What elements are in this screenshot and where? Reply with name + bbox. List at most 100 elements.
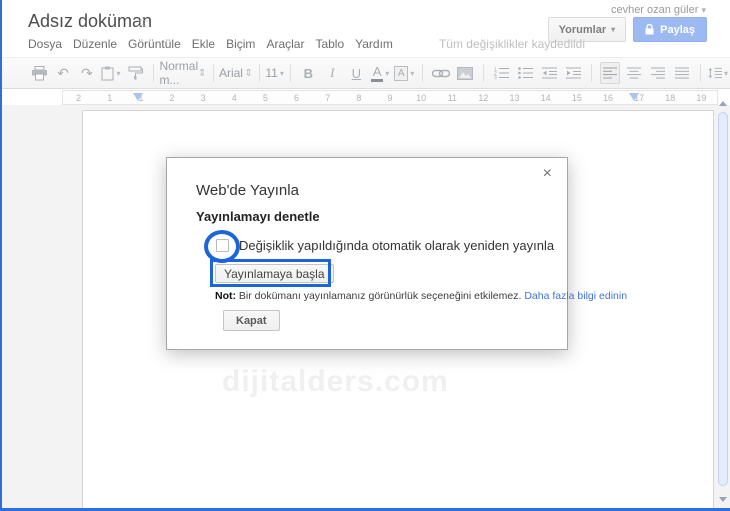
align-left-icon [602, 67, 617, 79]
google-docs-window: cevher ozan güler ▾ Adsız doküman ☆ Yoru… [0, 0, 730, 511]
font-select[interactable]: Arial ⇕ [219, 62, 253, 84]
ruler-number: 7 [312, 91, 344, 104]
clipboard-icon [101, 66, 114, 80]
share-label: Paylaş [660, 23, 695, 36]
menu-items: Dosya Düzenle Görüntüle Ekle Biçim Araçlar Tab… [28, 37, 393, 51]
font-size-select[interactable]: 11 ▾ [265, 62, 283, 84]
scroll-up-button[interactable] [718, 97, 728, 109]
ruler-number: 6 [280, 91, 313, 104]
share-button[interactable]: Paylaş [633, 17, 707, 42]
ruler-number: 14 [530, 91, 562, 104]
ruler-number: 2 [63, 91, 95, 104]
account-name: cevher ozan güler [610, 4, 699, 16]
document-title[interactable]: Adsız doküman [28, 11, 152, 32]
chevron-down-icon: ▾ [410, 68, 415, 78]
chevron-down-icon: ▾ [116, 68, 121, 78]
document-canvas: dijitalders.com × Web'de Yayınla Yayınla… [2, 105, 730, 508]
auto-republish-checkbox[interactable] [216, 239, 229, 252]
redo-icon: ↷ [81, 65, 93, 81]
menu-item[interactable]: Biçim [226, 37, 255, 51]
decrease-indent-button[interactable] [539, 62, 559, 84]
align-center-button[interactable] [624, 62, 644, 84]
comments-label: Yorumlar [558, 23, 607, 36]
ruler-number: 12 [467, 91, 499, 104]
font-size-value: 11 [265, 66, 278, 80]
menu-item[interactable]: Düzenle [73, 37, 117, 51]
numbered-list-button[interactable]: 123 [491, 62, 511, 84]
auto-republish-label: Değişiklik yapıldığında otomatik olarak … [239, 238, 555, 253]
image-icon [456, 66, 473, 80]
ruler-number: 5 [249, 91, 281, 104]
web-clipboard-button[interactable]: ▾ [101, 62, 121, 84]
text-color-icon: A [371, 65, 384, 82]
ruler-number: 4 [218, 91, 250, 104]
bulleted-list-button[interactable] [515, 62, 535, 84]
svg-text:3: 3 [494, 75, 497, 79]
updown-icon: ⇕ [244, 67, 253, 79]
bold-button[interactable]: B [298, 62, 318, 84]
align-center-icon [626, 67, 641, 79]
styles-value: Normal m... [159, 59, 199, 87]
font-value: Arial [218, 66, 243, 80]
menu-item[interactable]: Dosya [28, 37, 62, 51]
redo-button[interactable]: ↷ [77, 62, 97, 84]
menu-item[interactable]: Araçlar [266, 37, 304, 51]
insert-link-button[interactable] [431, 62, 451, 84]
justify-button[interactable] [672, 62, 692, 84]
menu-item[interactable]: Tablo [315, 37, 344, 51]
formatting-toolbar: ↶ ↷ ▾ Normal m... ⇕ Arial ⇕ 11 ▾ B I U A… [2, 57, 730, 89]
link-icon [431, 69, 450, 77]
start-publishing-button[interactable]: Yayınlamaya başla [215, 264, 334, 283]
ruler[interactable]: 2 1 1 2 3 4 5 6 7 8 9 10 11 12 13 14 15 16 17 18 19 [62, 90, 718, 105]
undo-icon: ↶ [57, 65, 69, 81]
menu-item[interactable]: Yardım [355, 37, 393, 51]
ruler-number: 3 [187, 91, 219, 104]
publish-to-web-dialog: × Web'de Yayınla Yayınlamayı denetle Değ… [166, 157, 627, 350]
insert-image-button[interactable] [455, 62, 475, 84]
account-menu[interactable]: cevher ozan güler ▾ [611, 4, 706, 16]
ruler-number: 19 [685, 91, 717, 104]
print-icon [31, 65, 47, 80]
ruler-number: 16 [592, 91, 624, 104]
align-right-icon [650, 67, 665, 79]
line-spacing-button[interactable]: ▾ [708, 62, 728, 84]
chevron-down-icon: ▾ [385, 68, 390, 78]
increase-indent-button[interactable] [563, 62, 583, 84]
text-color-button[interactable]: A ▾ [370, 62, 390, 84]
menu-bar: Dosya Düzenle Görüntüle Ekle Biçim Araçlar Tab… [28, 37, 585, 51]
learn-more-link[interactable]: Daha fazla bilgi edinin [524, 290, 627, 302]
left-indent-marker[interactable] [133, 93, 143, 101]
lock-icon [645, 24, 654, 35]
topbar: cevher ozan güler ▾ Adsız doküman ☆ Yoru… [2, 0, 730, 57]
justify-icon [674, 67, 689, 79]
close-icon[interactable]: × [543, 166, 552, 182]
outdent-icon [541, 67, 557, 79]
ruler-number: 2 [156, 91, 188, 104]
kapat-button[interactable]: Kapat [223, 310, 280, 331]
italic-button[interactable]: I [322, 62, 342, 84]
underline-button[interactable]: U [346, 62, 366, 84]
right-indent-marker[interactable] [629, 93, 639, 101]
paint-format-button[interactable] [125, 62, 145, 84]
align-left-button[interactable] [599, 62, 620, 84]
ruler-number: 1 [94, 91, 126, 104]
chevron-down-icon: ▾ [701, 5, 706, 15]
scroll-down-button[interactable] [718, 493, 728, 505]
ruler-number: 8 [343, 91, 375, 104]
dialog-title: Web'de Yayınla [196, 182, 299, 199]
menu-item[interactable]: Ekle [192, 37, 215, 51]
print-button[interactable] [29, 62, 49, 84]
ruler-number: 10 [405, 91, 437, 104]
undo-button[interactable]: ↶ [53, 62, 73, 84]
vertical-scrollbar[interactable] [717, 95, 729, 508]
star-icon[interactable]: ☆ [136, 13, 149, 31]
note-label: Not: [215, 290, 236, 302]
scrollbar-thumb[interactable] [718, 112, 728, 486]
auto-republish-row: Değişiklik yapıldığında otomatik olarak … [216, 238, 554, 253]
align-right-button[interactable] [648, 62, 668, 84]
menu-item[interactable]: Görüntüle [128, 37, 181, 51]
save-status: Tüm değişiklikler kaydedildi [438, 37, 585, 51]
styles-select[interactable]: Normal m... ⇕ [159, 59, 206, 87]
highlight-color-button[interactable]: A ▾ [394, 62, 414, 84]
publish-note: Not: Bir dokümanı yayınlamanız görünürlü… [215, 290, 627, 302]
